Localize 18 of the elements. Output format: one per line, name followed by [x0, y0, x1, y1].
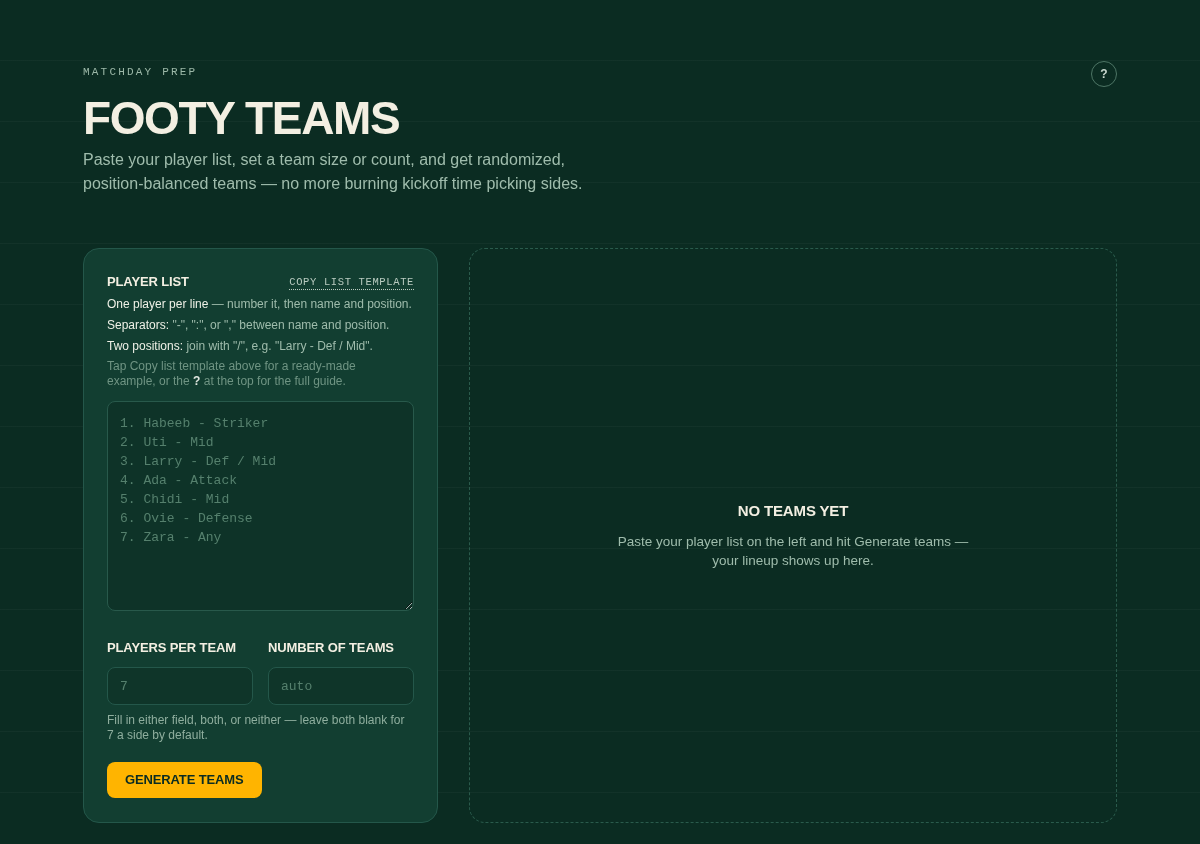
generate-teams-button[interactable]: GENERATE TEAMS — [107, 762, 262, 798]
page-subtitle: Paste your player list, set a team size or count, and get randomized, position-balanced teams — no more burning kickoff time picking sides. — [83, 150, 584, 194]
hint-text: Fill in either field, both, or neither — leave both blank for 7 a side by default. — [107, 713, 406, 743]
empty-state-title: NO TEAMS YET — [737, 501, 849, 520]
player-list-field[interactable]: 1. Habeeb - Striker 2. Uti - Mid 3. Larry - Def / Mid 4. Ada - Attack 5. Chidi - Mid 6. Ovie - Defense 7. Zara - Any — [107, 401, 414, 611]
tip-text: Tap Copy list template above for a ready-made example, or the ? at the top for the full guide. — [107, 359, 357, 389]
number-input-field[interactable]: 7 — [107, 667, 253, 705]
number-input-field[interactable]: auto — [268, 667, 414, 705]
instruction-text: One player per line — number it, then name and position. — [107, 296, 413, 313]
copy-template-link[interactable]: COPY LIST TEMPLATE — [289, 275, 414, 289]
empty-state-message: Paste your player list on the left and hit Generate teams — your lineup shows up here. — [616, 532, 970, 570]
instruction-text: Two positions: join with "/", e.g. "Larry - Def / Mid". — [107, 338, 374, 355]
section-heading: PLAYER LIST — [107, 274, 189, 290]
field-label: NUMBER OF TEAMS — [268, 640, 395, 656]
eyebrow-label: MATCHDAY PREP — [83, 65, 199, 80]
page-title: FOOTY TEAMS — [83, 95, 401, 141]
field-label: PLAYERS PER TEAM — [107, 640, 237, 656]
instruction-text: Separators: "-", ":", or "," between name and position. — [107, 317, 391, 334]
